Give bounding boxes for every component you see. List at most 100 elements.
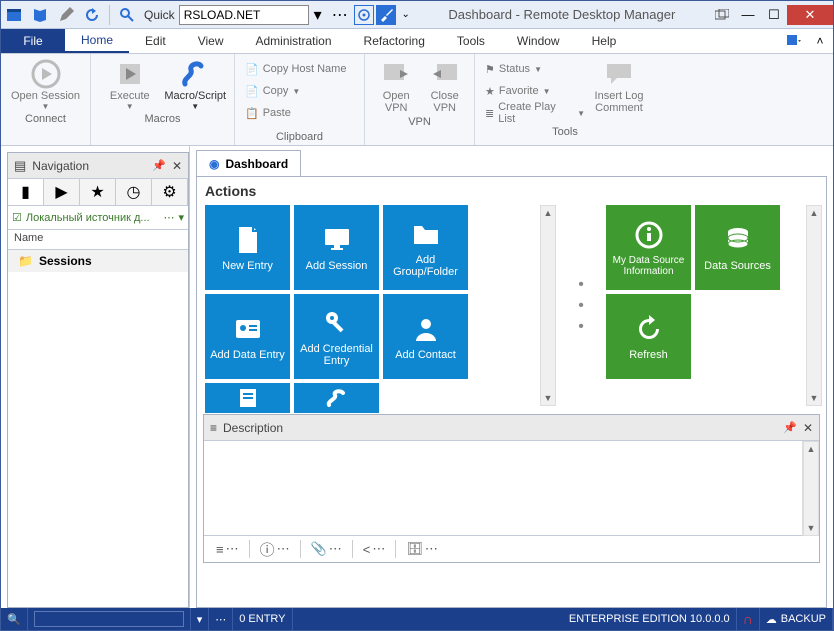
- cloud-icon: ☁: [766, 613, 777, 626]
- maximize-button[interactable]: ☐: [761, 5, 787, 25]
- tab-administration[interactable]: Administration: [240, 29, 348, 53]
- minimize-button[interactable]: —: [735, 5, 761, 25]
- paste-button[interactable]: 📋Paste: [241, 102, 358, 124]
- book-icon[interactable]: [28, 3, 52, 27]
- collapse-ribbon-icon[interactable]: ˄: [807, 29, 833, 53]
- tile-data-sources[interactable]: Data Sources: [695, 205, 780, 290]
- share-icon: <: [363, 542, 371, 557]
- tile-add-contact[interactable]: Add Contact: [383, 294, 468, 379]
- play-circle-icon: [30, 58, 62, 90]
- quick-more-icon[interactable]: ⋯: [328, 3, 352, 27]
- status-backup[interactable]: ☁BACKUP: [760, 608, 833, 630]
- execute-button[interactable]: Execute▼: [97, 58, 163, 111]
- star-icon: ★: [90, 182, 104, 202]
- insert-log-button[interactable]: Insert Log Comment: [589, 58, 649, 124]
- status-search-input[interactable]: [34, 611, 184, 627]
- blue-scrollbar[interactable]: ▲▼: [540, 205, 556, 406]
- group-vpn-label: VPN: [371, 114, 468, 130]
- copy-button[interactable]: 📄Copy▼: [241, 80, 358, 102]
- desc-tool-list[interactable]: ≡⋯: [210, 538, 245, 560]
- tab-home[interactable]: Home: [65, 29, 129, 53]
- pin-icon[interactable]: 📌: [152, 159, 166, 172]
- tab-view[interactable]: View: [182, 29, 240, 53]
- nav-tab-recent[interactable]: ◷: [116, 179, 152, 205]
- desc-tool-share[interactable]: <⋯: [357, 538, 392, 560]
- playlist-button[interactable]: ≣Create Play List▼: [481, 102, 589, 124]
- status-more[interactable]: ⋯: [209, 608, 233, 630]
- group-clipboard-label: Clipboard: [241, 129, 358, 145]
- tile-new-entry[interactable]: New Entry: [205, 205, 290, 290]
- tab-help[interactable]: Help: [576, 29, 633, 53]
- window-icon-1[interactable]: [2, 3, 26, 27]
- brush-icon[interactable]: [376, 5, 396, 25]
- execute-icon: [114, 58, 146, 90]
- copy-host-button[interactable]: 📄Copy Host Name: [241, 58, 358, 80]
- clock-icon: ◷: [127, 182, 141, 202]
- close-vpn-button[interactable]: Close VPN: [421, 58, 468, 114]
- folder-icon: ▮: [21, 182, 30, 202]
- info-icon: [633, 219, 665, 251]
- status-search[interactable]: 🔍: [1, 608, 28, 630]
- nav-tab-list[interactable]: ▮: [8, 179, 44, 205]
- tab-tools[interactable]: Tools: [441, 29, 501, 53]
- dashboard-icon: ◉: [209, 157, 219, 171]
- tile-extra-2[interactable]: [294, 383, 379, 413]
- description-body: [204, 441, 803, 536]
- dropdown-icon[interactable]: ▾: [178, 211, 184, 224]
- favorite-button[interactable]: ★Favorite▼: [481, 80, 589, 102]
- open-session-button[interactable]: Open Session ▼: [10, 58, 82, 111]
- nav-tab-fav[interactable]: ★: [80, 179, 116, 205]
- tab-edit[interactable]: Edit: [129, 29, 182, 53]
- refresh-icon[interactable]: [80, 3, 104, 27]
- tile-add-credential[interactable]: Add Credential Entry: [294, 294, 379, 379]
- status-button[interactable]: ⚑Status▼: [481, 58, 589, 80]
- gear-icon: ⚙: [162, 182, 176, 202]
- style-dropdown-icon[interactable]: [781, 29, 807, 53]
- document-icon: [232, 224, 264, 256]
- navigation-title: Navigation: [32, 159, 89, 173]
- switch-window-icon[interactable]: [709, 5, 735, 25]
- id-card-icon: [232, 313, 264, 345]
- search-icon[interactable]: [115, 3, 139, 27]
- source-name[interactable]: Локальный источник д...: [26, 212, 160, 224]
- tab-refactoring[interactable]: Refactoring: [348, 29, 441, 53]
- quick-input[interactable]: [179, 5, 309, 25]
- list-icon: ≡: [216, 542, 224, 557]
- status-magnet[interactable]: ∩: [737, 608, 760, 630]
- close-icon[interactable]: ✕: [172, 159, 182, 173]
- target-icon[interactable]: [354, 5, 374, 25]
- overflow-icon[interactable]: ⌄: [398, 3, 414, 27]
- close-icon[interactable]: ✕: [803, 421, 813, 435]
- pin-icon[interactable]: 📌: [783, 421, 797, 434]
- desc-scrollbar[interactable]: ▲▼: [803, 441, 819, 536]
- desc-tool-info[interactable]: ⓘ⋯: [254, 538, 296, 560]
- more-icon[interactable]: ⋯: [163, 211, 174, 224]
- quick-dropdown-icon[interactable]: ▾: [310, 3, 326, 27]
- checkbox-icon[interactable]: ☑: [12, 211, 22, 224]
- tree-col-name[interactable]: Name: [8, 230, 188, 250]
- tile-add-session[interactable]: Add Session: [294, 205, 379, 290]
- status-dropdown[interactable]: ▾: [191, 608, 210, 630]
- desc-tool-attach[interactable]: 📎⋯: [305, 538, 348, 560]
- nav-tab-settings[interactable]: ⚙: [152, 179, 188, 205]
- tile-add-data-entry[interactable]: Add Data Entry: [205, 294, 290, 379]
- file-menu[interactable]: File: [1, 29, 65, 53]
- macro-script-button[interactable]: Macro/Script▼: [163, 58, 229, 111]
- close-button[interactable]: ✕: [787, 5, 833, 25]
- dashboard-tab[interactable]: ◉ Dashboard: [196, 150, 301, 176]
- status-entries: 0 ENTRY: [233, 608, 292, 630]
- tab-window[interactable]: Window: [501, 29, 576, 53]
- tile-add-group[interactable]: Add Group/Folder: [383, 205, 468, 290]
- green-scrollbar[interactable]: ▲▼: [806, 205, 822, 406]
- group-connect-label: Connect: [7, 111, 84, 127]
- open-vpn-button[interactable]: Open VPN: [371, 58, 421, 114]
- tree-item-sessions[interactable]: 📁 Sessions: [8, 250, 188, 272]
- desc-tool-db[interactable]: 🗄⋯: [400, 538, 444, 560]
- pencil-icon[interactable]: [54, 3, 78, 27]
- tile-info[interactable]: My Data Source Information: [606, 205, 691, 290]
- tile-refresh[interactable]: Refresh: [606, 294, 691, 379]
- folder-icon: [410, 218, 442, 250]
- tile-extra-1[interactable]: [205, 383, 290, 413]
- description-title: Description: [223, 421, 283, 435]
- nav-tab-play[interactable]: ▶: [44, 179, 80, 205]
